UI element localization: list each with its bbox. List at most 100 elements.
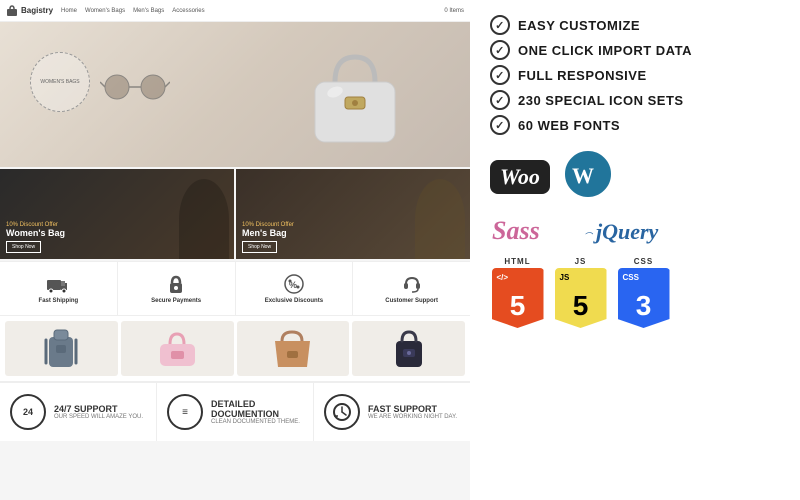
discount-icon: %: [283, 273, 305, 295]
store-nav: Home Women's Bags Men's Bags Accessories: [61, 8, 205, 14]
feature-secure-payments-label: Secure Payments: [151, 298, 201, 304]
promo-mens-figure: [415, 179, 465, 259]
left-panel: Bagistry Home Women's Bags Men's Bags Ac…: [0, 0, 470, 500]
promo-womens-title: Women's Bag: [6, 228, 65, 238]
feature-customer-support: Customer Support: [353, 262, 470, 315]
svg-text:W: W: [572, 163, 594, 188]
feature-easy-customize-label: EASY CUSTOMIZE: [518, 18, 640, 33]
support-docs-subtitle: CLEAN DOCUMENTED THEME.: [211, 419, 303, 425]
woocommerce-logo: Woo: [490, 160, 550, 194]
promo-mens-title: Men's Bag: [242, 228, 294, 238]
feature-easy-customize: ✓ EASY CUSTOMIZE: [490, 15, 780, 35]
promo-womens-figure: [179, 179, 229, 259]
html5-num: 5: [510, 290, 526, 322]
support-docs: ≡ DETAILED DOCUMENTION CLEAN DOCUMENTED …: [157, 383, 314, 441]
svg-text:jQuery: jQuery: [593, 219, 659, 244]
cart-area[interactable]: 0 Items: [444, 8, 464, 14]
products-row: [0, 316, 470, 381]
support-fast-text: FAST SUPPORT WE ARE WORKING NIGHT DAY.: [368, 404, 460, 420]
css-shield: CSS CSS 3: [616, 257, 671, 328]
nav-womens[interactable]: Women's Bags: [85, 8, 125, 14]
feature-icon-sets: ✓ 230 SPECIAL ICON SETS: [490, 90, 780, 110]
jquery-logo: ⌒ jQuery: [582, 211, 692, 251]
feature-secure-payments: Secure Payments: [118, 262, 236, 315]
store-logo: Bagistry: [6, 5, 53, 17]
css-label: CSS: [634, 257, 653, 266]
product-thumb-pink-bag[interactable]: [121, 321, 234, 376]
promo-womens-btn[interactable]: Shop Now: [6, 241, 41, 253]
hero-badge: WOMEN'S BAGS: [30, 52, 90, 112]
html5-letter: </>: [497, 273, 509, 282]
woo-wp-row: Woo W: [490, 148, 780, 205]
dark-bag-icon: [388, 327, 430, 371]
feature-one-click-import: ✓ ONE CLICK IMPORT DATA: [490, 40, 780, 60]
nav-mens[interactable]: Men's Bags: [133, 8, 164, 14]
check-icon-5: ✓: [490, 115, 510, 135]
truck-icon: [47, 273, 69, 295]
support-fast-icon: [324, 394, 360, 430]
html5-body: </> 5: [492, 268, 544, 328]
promo-banner-womens: 10% Discount Offer Women's Bag Shop Now: [0, 169, 234, 259]
svg-text:⌒: ⌒: [584, 232, 594, 241]
sass-logo: Sass: [490, 211, 570, 251]
wordpress-logo: W: [562, 148, 614, 205]
hero-area: WOMEN'S BAGS: [0, 22, 470, 167]
product-thumb-backpack[interactable]: [5, 321, 118, 376]
cart-count: 0 Items: [444, 8, 464, 14]
promo-row: 10% Discount Offer Women's Bag Shop Now …: [0, 169, 470, 259]
clock-icon: [332, 402, 352, 422]
feature-exclusive-discounts: % Exclusive Discounts: [236, 262, 354, 315]
feature-fast-shipping: Fast Shipping: [0, 262, 118, 315]
lock-icon: [165, 273, 187, 295]
check-icon-2: ✓: [490, 40, 510, 60]
feature-full-responsive: ✓ FULL RESPONSIVE: [490, 65, 780, 85]
support-24-subtitle: OUR SPEED WILL AMAZE YOU.: [54, 414, 146, 420]
feature-list: ✓ EASY CUSTOMIZE ✓ ONE CLICK IMPORT DATA…: [490, 15, 780, 140]
support-24-icon: 24: [10, 394, 46, 430]
support-24-text: 24/7 SUPPORT OUR SPEED WILL AMAZE YOU.: [54, 404, 146, 420]
js-letter: JS: [560, 273, 570, 282]
support-fast-title: FAST SUPPORT: [368, 404, 460, 414]
promo-womens-text: 10% Discount Offer Women's Bag Shop Now: [6, 222, 65, 253]
promo-mens-btn[interactable]: Shop Now: [242, 241, 277, 253]
bag-logo-icon: [6, 5, 18, 17]
css-body: CSS 3: [618, 268, 670, 328]
shield-row: HTML </> 5 JS JS 5 CSS CSS 3: [490, 257, 780, 328]
headset-icon: [401, 273, 423, 295]
support-24-title: 24/7 SUPPORT: [54, 404, 146, 414]
feature-customer-support-label: Customer Support: [385, 298, 438, 304]
store-name: Bagistry: [21, 6, 53, 15]
tote-icon: [270, 329, 315, 369]
product-thumb-dark-bag[interactable]: [352, 321, 465, 376]
promo-mens-text: 10% Discount Offer Men's Bag Shop Now: [242, 222, 294, 253]
hero-bag-svg: [300, 37, 410, 147]
support-docs-text: DETAILED DOCUMENTION CLEAN DOCUMENTED TH…: [211, 399, 303, 425]
support-docs-icon: ≡: [167, 394, 203, 430]
promo-banner-mens: 10% Discount Offer Men's Bag Shop Now: [236, 169, 470, 259]
woo-text: Woo: [500, 164, 540, 190]
sass-jquery-row: Sass ⌒ jQuery: [490, 211, 780, 251]
js-num: 5: [573, 290, 589, 322]
sunglasses-icon: [100, 72, 170, 102]
backpack-icon: [41, 325, 81, 373]
js-shield: JS JS 5: [553, 257, 608, 328]
check-icon-1: ✓: [490, 15, 510, 35]
feature-full-responsive-label: FULL RESPONSIVE: [518, 68, 647, 83]
nav-accessories[interactable]: Accessories: [172, 8, 204, 14]
check-icon-4: ✓: [490, 90, 510, 110]
html5-label: HTML: [504, 257, 530, 266]
product-thumb-tote[interactable]: [237, 321, 350, 376]
pink-bag-icon: [155, 329, 200, 369]
right-panel: ✓ EASY CUSTOMIZE ✓ ONE CLICK IMPORT DATA…: [470, 0, 800, 500]
check-icon-3: ✓: [490, 65, 510, 85]
feature-icon-sets-label: 230 SPECIAL ICON SETS: [518, 93, 684, 108]
support-docs-title: DETAILED DOCUMENTION: [211, 399, 303, 419]
feature-exclusive-discounts-label: Exclusive Discounts: [265, 298, 323, 304]
nav-home[interactable]: Home: [61, 8, 77, 14]
js-label: JS: [575, 257, 587, 266]
store-header: Bagistry Home Women's Bags Men's Bags Ac…: [0, 0, 470, 22]
support-fast-subtitle: WE ARE WORKING NIGHT DAY.: [368, 414, 460, 420]
html5-shield: HTML </> 5: [490, 257, 545, 328]
feature-web-fonts: ✓ 60 WEB FONTS: [490, 115, 780, 135]
svg-text:Sass: Sass: [492, 216, 540, 245]
